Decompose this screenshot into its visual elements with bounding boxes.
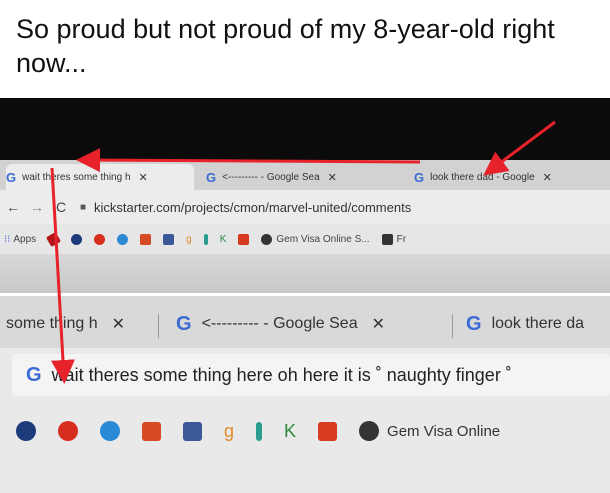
close-icon[interactable]: ✕ xyxy=(372,314,385,334)
fr-label: Fr xyxy=(396,233,407,245)
tab-some-thing[interactable]: some thing h ✕ xyxy=(6,306,125,342)
bookmark-hex[interactable] xyxy=(16,421,36,441)
gem-label: Gem Visa Online S... xyxy=(276,233,370,245)
facebook-icon xyxy=(163,233,175,245)
tab-look-there-da[interactable]: G look there da xyxy=(466,306,584,342)
tab-arrow-search-zoomed[interactable]: G <--------- - Google Sea ✕ xyxy=(176,306,385,342)
apps-grid-icon: ⁝⁝ xyxy=(4,233,11,245)
bookmark-tomato[interactable] xyxy=(94,233,106,245)
shield-icon xyxy=(318,421,338,441)
forward-icon[interactable]: → xyxy=(28,199,46,215)
teal-bar-icon xyxy=(203,233,208,245)
tab-divider xyxy=(452,314,453,338)
bookmark-gem[interactable]: Gem Visa Online S... xyxy=(261,233,370,245)
url-text: kickstarter.com/projects/cmon/marvel-uni… xyxy=(94,199,412,215)
bookmark-red[interactable] xyxy=(46,231,62,247)
monitor-bezel xyxy=(0,98,610,160)
meme-caption: So proud but not proud of my 8-year-old … xyxy=(16,14,555,78)
tab-label: look there da xyxy=(491,315,585,332)
browser-photo-bottom: some thing h ✕ G <--------- - Google Sea… xyxy=(0,296,610,493)
tab-label: look there dad - Google xyxy=(430,171,535,183)
shield-icon xyxy=(238,233,250,245)
hex-icon xyxy=(16,421,36,441)
lock-icon: ■ xyxy=(80,201,87,213)
bookmarks-bar: ⁝⁝ Apps g K Gem Visa Online S... Fr xyxy=(0,224,610,254)
google-icon: G xyxy=(176,312,192,335)
bookmark-facebook[interactable] xyxy=(183,421,202,441)
apps-label: Apps xyxy=(13,233,37,245)
close-icon[interactable]: ✕ xyxy=(112,314,125,334)
bookmarks-bar-zoomed: g K Gem Visa Online xyxy=(0,406,610,456)
reload-icon[interactable]: C xyxy=(52,199,70,215)
facebook-icon xyxy=(183,421,202,441)
folder-icon xyxy=(381,233,393,245)
tab-label: <--------- - Google Sea xyxy=(201,315,358,332)
bookmark-facebook[interactable] xyxy=(163,233,175,245)
bookmark-k[interactable]: K xyxy=(284,421,296,442)
tomato-icon xyxy=(94,233,106,245)
gem-icon xyxy=(261,233,273,245)
red-feather-icon xyxy=(46,231,62,247)
gem-label: Gem Visa Online xyxy=(387,422,501,440)
close-icon[interactable]: ✕ xyxy=(543,171,552,184)
bookmark-shield[interactable] xyxy=(318,421,338,441)
google-icon: G xyxy=(414,169,425,185)
bookmark-fr[interactable]: Fr xyxy=(381,233,407,245)
blue-circle-icon xyxy=(117,233,129,245)
tab-look-there-dad[interactable]: G look there dad - Google ✕ xyxy=(414,164,610,190)
tab-strip: G wait theres some thing h ✕ G <--------… xyxy=(0,160,610,190)
close-icon[interactable]: ✕ xyxy=(328,171,337,184)
tab-label: wait theres some thing h xyxy=(22,171,131,183)
tab-divider xyxy=(158,314,159,338)
google-icon: G xyxy=(6,169,17,185)
bookmark-teal[interactable] xyxy=(256,421,263,441)
blue-circle-icon xyxy=(100,421,120,441)
apps-bookmark[interactable]: ⁝⁝ Apps xyxy=(4,234,36,245)
tab-wait-theres[interactable]: G wait theres some thing h ✕ xyxy=(6,164,194,190)
close-icon[interactable]: ✕ xyxy=(139,171,148,184)
tab-strip-zoomed: some thing h ✕ G <--------- - Google Sea… xyxy=(0,296,610,348)
s-logo-icon xyxy=(140,233,152,245)
full-tab-title: wait theres some thing here oh here it i… xyxy=(51,364,512,385)
google-icon: G xyxy=(466,312,482,335)
screen-bottom xyxy=(0,254,610,293)
tab-label: some thing h xyxy=(6,315,98,332)
google-icon: G xyxy=(206,169,217,185)
bookmark-shield[interactable] xyxy=(238,233,250,245)
back-icon[interactable]: ← xyxy=(4,199,22,215)
tab-tooltip-title: G wait theres some thing here oh here it… xyxy=(12,354,610,396)
bookmark-s[interactable] xyxy=(140,233,152,245)
bookmark-tomato[interactable] xyxy=(58,421,78,441)
bookmark-gem[interactable]: Gem Visa Online xyxy=(359,421,500,441)
hex-icon xyxy=(71,233,83,245)
address-bar: ← → C ■ kickstarter.com/projects/cmon/ma… xyxy=(0,190,610,224)
bookmark-blue-circle[interactable] xyxy=(100,421,120,441)
browser-photo-top: G wait theres some thing h ✕ G <--------… xyxy=(0,98,610,293)
teal-bar-icon xyxy=(256,421,263,441)
google-icon: G xyxy=(26,363,42,386)
bookmark-g[interactable]: g xyxy=(224,421,234,442)
bookmark-hex[interactable] xyxy=(71,233,83,245)
bookmark-teal[interactable] xyxy=(203,233,208,245)
bookmark-blue-circle[interactable] xyxy=(117,233,129,245)
tab-label: <--------- - Google Sea xyxy=(222,171,320,183)
bookmark-s[interactable] xyxy=(142,421,161,441)
s-logo-icon xyxy=(142,421,161,441)
url-field[interactable]: ■ kickstarter.com/projects/cmon/marvel-u… xyxy=(80,200,411,215)
gem-icon xyxy=(359,421,380,441)
tab-arrow-search[interactable]: G <--------- - Google Sea ✕ xyxy=(206,164,402,190)
tomato-icon xyxy=(58,421,78,441)
bookmark-g[interactable]: g xyxy=(186,234,192,245)
bookmark-k[interactable]: K xyxy=(220,234,227,245)
